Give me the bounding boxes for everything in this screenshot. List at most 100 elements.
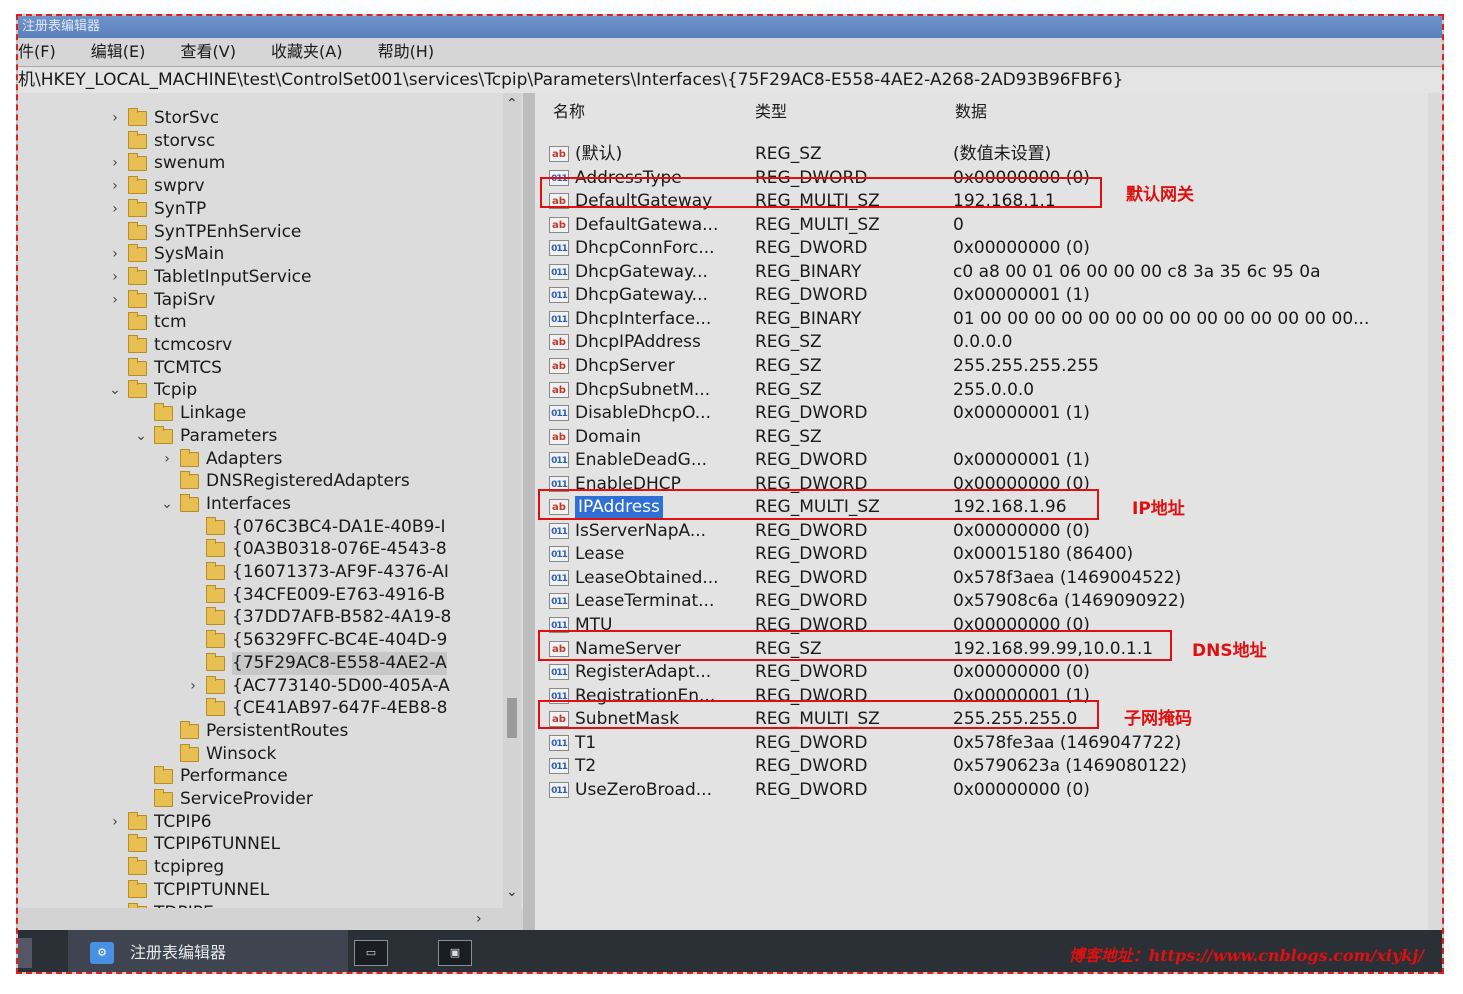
tree-node[interactable]: Winsock [18,743,498,766]
scroll-right-icon[interactable]: › [476,908,482,930]
value-row[interactable]: ab (默认) REG_SZ (数值未设置) [535,143,1425,166]
pane-splitter[interactable] [523,93,535,931]
value-row[interactable]: ab DhcpIPAddress REG_SZ 0.0.0.0 [535,331,1425,354]
menu-view[interactable]: 查看(V) [181,38,236,66]
tree-node[interactable]: storvsc [18,130,498,153]
cmd-icon[interactable]: ▭ [354,940,388,966]
tree-node[interactable]: tcpipreg [18,856,498,879]
tree-node[interactable]: {37DD7AFB-B582-4A19-8 [18,606,498,629]
expand-chevron-icon[interactable]: › [108,175,122,198]
expand-chevron-icon[interactable]: › [108,152,122,175]
remote-desktop-icon[interactable]: ▣ [438,940,472,966]
tree-node[interactable]: {16071373-AF9F-4376-AI [18,561,498,584]
tree-node[interactable]: {0A3B0318-076E-4543-8 [18,538,498,561]
value-row[interactable]: 011 DhcpGateway... REG_BINARY c0 a8 00 01 0… [535,261,1425,284]
tree-node[interactable]: DNSRegisteredAdapters [18,470,498,493]
menu-help[interactable]: 帮助(H) [378,38,435,66]
scroll-up-icon[interactable]: ⌃ [506,96,518,112]
value-row[interactable]: ab DefaultGatewa... REG_MULTI_SZ 0 [535,214,1425,237]
tree-node[interactable]: Linkage [18,402,498,425]
value-row[interactable]: 011 IsServerNapA... REG_DWORD 0x00000000 (0… [535,520,1425,543]
value-row[interactable]: 011 DisableDhcpO... REG_DWORD 0x00000001 (1… [535,402,1425,425]
folder-icon [128,266,147,285]
value-type: REG_DWORD [755,403,868,424]
value-row[interactable]: 011 T2 REG_DWORD 0x5790623a (1469080122) [535,755,1425,778]
folder-icon [128,198,147,217]
address-bar[interactable]: 机\HKEY_LOCAL_MACHINE\test\ControlSet001\… [18,66,1442,94]
tree-node[interactable]: › TabletInputService [18,266,498,289]
value-row[interactable]: 011 RegisterAdapt... REG_DWORD 0x00000000 (… [535,661,1425,684]
tree-node-label: tcm [154,312,187,333]
value-row[interactable]: ab DhcpSubnetM... REG_SZ 255.0.0.0 [535,379,1425,402]
collapse-chevron-icon[interactable]: ⌄ [134,425,148,448]
value-name: RegisterAdapt... [575,662,712,683]
tree-node[interactable]: › SynTP [18,198,498,221]
tree-node[interactable]: Performance [18,765,498,788]
value-row[interactable]: 011 EnableDeadG... REG_DWORD 0x00000001 (1) [535,449,1425,472]
collapse-chevron-icon[interactable]: ⌄ [108,379,122,402]
binary-value-icon: 011 [549,287,569,304]
tree-node[interactable]: SynTPEnhService [18,221,498,244]
tree-node[interactable]: › StorSvc [18,107,498,130]
tree-node[interactable]: ⌄ Interfaces [18,493,498,516]
taskbar-regedit-button[interactable]: ⚙ 注册表编辑器 [68,930,348,972]
tree-node-label: TCPIP6 [154,811,212,832]
start-button[interactable] [18,938,32,968]
column-header-name[interactable]: 名称 [553,101,585,123]
value-row[interactable]: 011 DhcpGateway... REG_DWORD 0x00000001 (1) [535,284,1425,307]
expand-chevron-icon[interactable]: › [186,675,200,698]
expand-chevron-icon[interactable]: › [108,811,122,834]
menu-edit[interactable]: 编辑(E) [91,38,146,66]
value-row[interactable]: 011 UseZeroBroad... REG_DWORD 0x00000000 (0… [535,779,1425,802]
menu-bar: 件(F) 编辑(E) 查看(V) 收藏夹(A) 帮助(H) [18,38,1442,66]
value-row[interactable]: 011 LeaseObtained... REG_DWORD 0x578f3aea (… [535,567,1425,590]
tree-node[interactable]: PersistentRoutes [18,720,498,743]
menu-favorites[interactable]: 收藏夹(A) [271,38,342,66]
tree-node[interactable]: › TCPIP6 [18,811,498,834]
tree-node[interactable]: › swprv [18,175,498,198]
column-header-data[interactable]: 数据 [955,101,987,123]
expand-chevron-icon[interactable]: › [160,448,174,471]
expand-chevron-icon[interactable]: › [108,266,122,289]
value-row[interactable]: ab DhcpServer REG_SZ 255.255.255.255 [535,355,1425,378]
column-header-type[interactable]: 类型 [755,101,787,123]
tree-horizontal-scrollbar[interactable]: › [18,908,523,930]
regedit-icon: ⚙ [90,942,114,964]
registry-tree: › StorSvc storvsc › swenum › swprv › SynTP SynTPE… [18,93,523,908]
tree-node[interactable]: › SysMain [18,243,498,266]
tree-node[interactable]: tcm [18,311,498,334]
value-row[interactable]: 011 LeaseTerminat... REG_DWORD 0x57908c6a (… [535,590,1425,613]
tree-node[interactable]: {75F29AC8-E558-4AE2-A [18,651,498,675]
tree-node[interactable]: TCPIPTUNNEL [18,879,498,902]
expand-chevron-icon[interactable]: › [108,107,122,130]
value-row[interactable]: 011 DhcpInterface... REG_BINARY 01 00 00 00… [535,308,1425,331]
tree-node[interactable]: TCMTCS [18,357,498,380]
tree-node[interactable]: › swenum [18,152,498,175]
tree-node[interactable]: ServiceProvider [18,788,498,811]
scroll-down-icon[interactable]: ⌄ [506,884,518,900]
value-row[interactable]: 011 DhcpConnForc... REG_DWORD 0x00000000 (0… [535,237,1425,260]
tree-node[interactable]: {CE41AB97-647F-4EB8-8 [18,697,498,720]
tree-node[interactable]: {34CFE009-E763-4916-B [18,584,498,607]
value-row[interactable]: 011 T1 REG_DWORD 0x578fe3aa (1469047722) [535,732,1425,755]
tree-node[interactable]: ⌄ Parameters [18,425,498,448]
values-vertical-scrollbar[interactable] [1428,93,1442,931]
tree-node[interactable]: › TapiSrv [18,289,498,312]
tree-node[interactable]: {56329FFC-BC4E-404D-9 [18,629,498,652]
collapse-chevron-icon[interactable]: ⌄ [160,493,174,516]
folder-icon [128,153,147,172]
tree-node[interactable]: TCPIP6TUNNEL [18,833,498,856]
value-row[interactable]: 011 Lease REG_DWORD 0x00015180 (86400) [535,543,1425,566]
expand-chevron-icon[interactable]: › [108,289,122,312]
tree-vertical-scrollbar[interactable] [503,93,521,908]
tree-node[interactable]: {076C3BC4-DA1E-40B9-I [18,516,498,539]
tree-scroll-thumb[interactable] [507,698,517,738]
expand-chevron-icon[interactable]: › [108,243,122,266]
tree-node[interactable]: ⌄ Tcpip [18,379,498,402]
menu-file[interactable]: 件(F) [18,38,56,66]
expand-chevron-icon[interactable]: › [108,198,122,221]
tree-node[interactable]: › Adapters [18,448,498,471]
tree-node[interactable]: › {AC773140-5D00-405A-A [18,675,498,698]
tree-node[interactable]: tcmcosrv [18,334,498,357]
value-row[interactable]: ab Domain REG_SZ [535,426,1425,449]
